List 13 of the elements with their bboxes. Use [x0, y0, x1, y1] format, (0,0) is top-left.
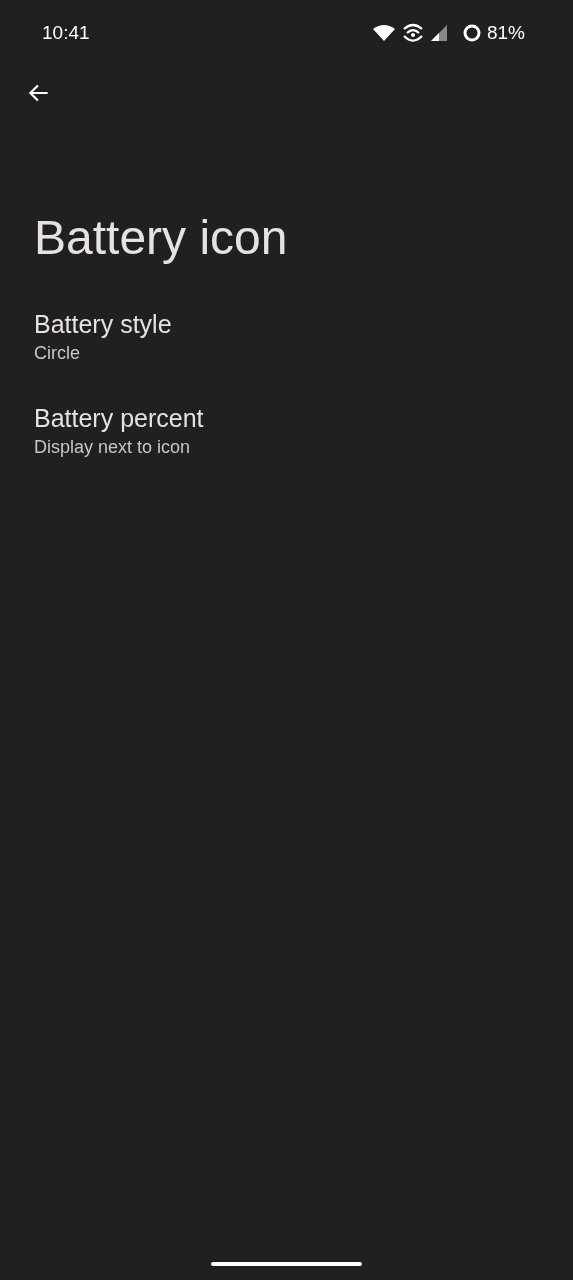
signal-icon: [430, 25, 447, 41]
setting-summary: Display next to icon: [34, 436, 191, 459]
battery-percent: 81%: [486, 20, 525, 45]
setting-summary: Circle: [34, 342, 80, 365]
hotspot-icon: [400, 23, 425, 43]
setting-title: Battery percent: [34, 403, 204, 434]
clock: 10:41: [42, 20, 90, 45]
settings-item[interactable]: Battery style Circle: [0, 290, 573, 384]
page-title: Battery icon: [34, 210, 288, 266]
battery-circle-icon: [462, 24, 481, 42]
setting-title: Battery style: [34, 309, 172, 340]
wifi-icon: [372, 25, 395, 41]
settings-item[interactable]: Battery percent Display next to icon: [0, 384, 573, 478]
